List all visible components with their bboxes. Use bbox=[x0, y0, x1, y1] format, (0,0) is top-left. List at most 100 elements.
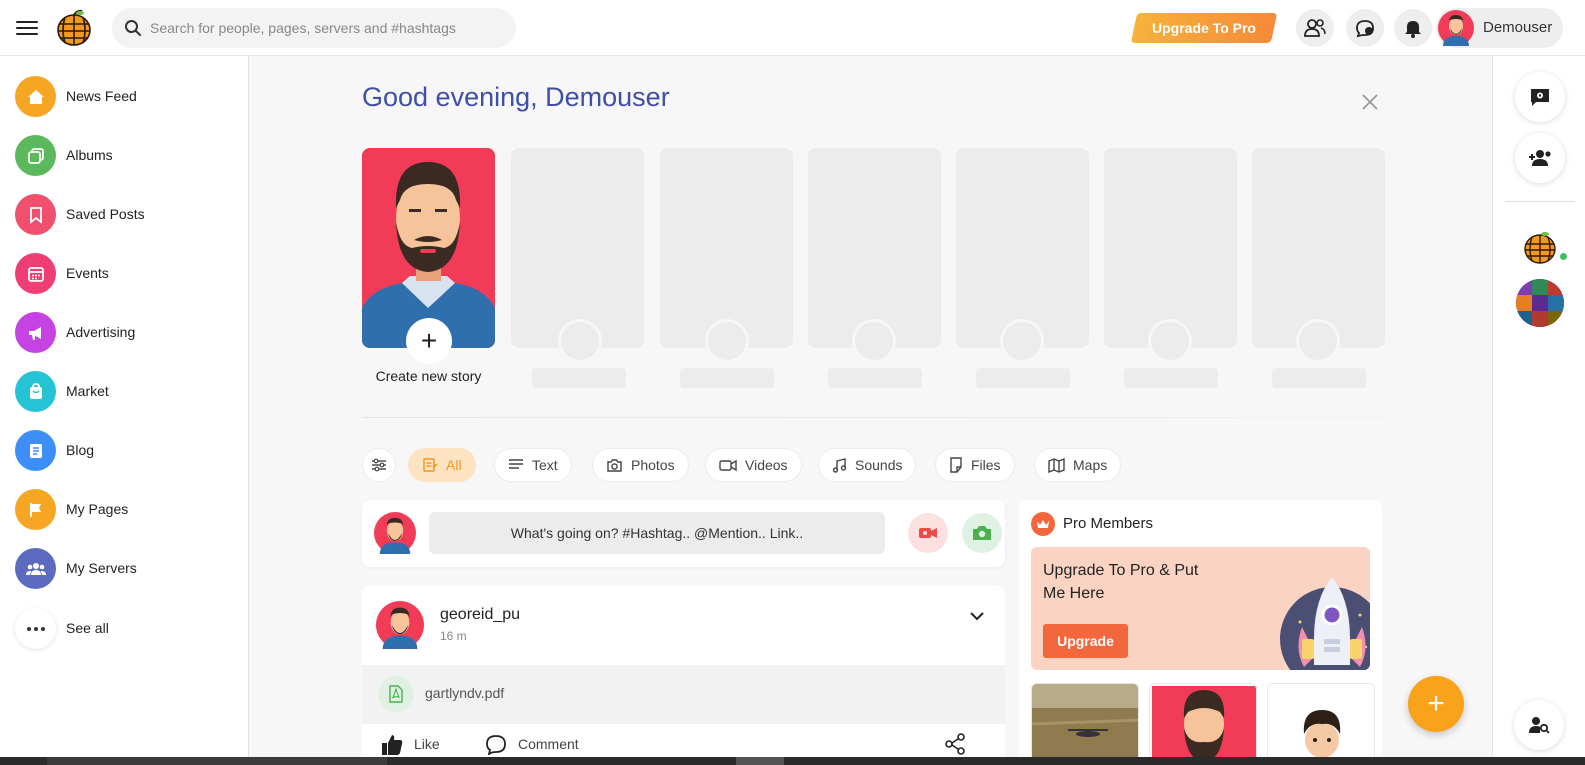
search-icon bbox=[125, 20, 141, 36]
sidebar-item-advertising[interactable]: Advertising bbox=[15, 312, 235, 354]
sidebar-item-events[interactable]: Events bbox=[15, 253, 235, 295]
pro-member-thumbnail[interactable] bbox=[1267, 683, 1375, 765]
filter-text-label: Text bbox=[532, 457, 558, 473]
search-users-button[interactable] bbox=[1514, 700, 1564, 750]
composer-input[interactable]: What's going on? #Hashtag.. @Mention.. L… bbox=[429, 512, 885, 554]
create-story-label: Create new story bbox=[375, 368, 482, 384]
online-contact-avatar[interactable] bbox=[1516, 223, 1564, 271]
thumbs-up-icon bbox=[382, 735, 403, 755]
megaphone-icon bbox=[15, 312, 56, 353]
messages-button[interactable] bbox=[1346, 9, 1384, 47]
story-placeholder bbox=[1104, 148, 1237, 348]
user-search-icon bbox=[1529, 717, 1550, 734]
map-icon bbox=[1048, 457, 1065, 473]
sidebar-item-news-feed[interactable]: News Feed bbox=[15, 76, 235, 118]
sidebar-item-label: News Feed bbox=[66, 88, 137, 104]
promo-text: Upgrade To Pro & Put Me Here bbox=[1043, 562, 1199, 602]
add-photo-button[interactable] bbox=[962, 513, 1002, 553]
upgrade-promo: Upgrade To Pro & Put Me Here Upgrade bbox=[1031, 547, 1370, 670]
attachment-filename[interactable]: gartlyndv.pdf bbox=[425, 685, 504, 701]
add-story-button[interactable]: + bbox=[406, 318, 452, 364]
story-placeholder-label bbox=[680, 368, 774, 388]
sliders-icon bbox=[372, 458, 386, 472]
filter-files[interactable]: Files bbox=[935, 448, 1015, 482]
shopping-bag-icon bbox=[15, 371, 56, 412]
post-author-avatar[interactable] bbox=[376, 601, 424, 649]
story-placeholder-avatar bbox=[1000, 319, 1044, 363]
hamburger-menu-icon[interactable] bbox=[16, 17, 38, 37]
sidebar-item-label: Events bbox=[66, 265, 109, 281]
story-placeholder bbox=[956, 148, 1089, 348]
crown-icon bbox=[1031, 512, 1055, 536]
site-logo[interactable] bbox=[55, 9, 93, 47]
share-button[interactable] bbox=[944, 733, 966, 755]
pdf-file-icon bbox=[378, 676, 414, 712]
filter-photos-label: Photos bbox=[631, 457, 675, 473]
sidebar-item-market[interactable]: Market bbox=[15, 371, 235, 413]
like-button[interactable]: Like bbox=[380, 733, 440, 755]
music-icon bbox=[832, 457, 847, 473]
taskbar-segment bbox=[736, 757, 784, 765]
friend-requests-button[interactable] bbox=[1296, 9, 1334, 47]
comment-button[interactable]: Comment bbox=[484, 733, 579, 755]
sidebar-item-blog[interactable]: Blog bbox=[15, 430, 235, 472]
filter-files-label: Files bbox=[971, 457, 1001, 473]
story-placeholder-label bbox=[976, 368, 1070, 388]
pro-member-avatar bbox=[1152, 686, 1256, 764]
bell-icon bbox=[1405, 21, 1421, 38]
post-composer: What's going on? #Hashtag.. @Mention.. L… bbox=[362, 500, 1005, 567]
pro-member-thumbnail[interactable] bbox=[1149, 683, 1257, 765]
story-placeholder-avatar bbox=[558, 319, 602, 363]
comment-label: Comment bbox=[518, 736, 579, 752]
filter-text[interactable]: Text bbox=[494, 448, 572, 482]
contact-avatar[interactable] bbox=[1516, 279, 1564, 327]
user-menu[interactable]: Demouser bbox=[1436, 8, 1563, 48]
sidebar-item-label: My Pages bbox=[66, 501, 129, 517]
upgrade-to-pro-button[interactable]: Upgrade To Pro bbox=[1130, 13, 1278, 43]
sidebar-item-label: Advertising bbox=[66, 324, 136, 340]
left-sidebar: News Feed Albums Saved Posts Events Adve… bbox=[0, 56, 249, 765]
go-live-button[interactable] bbox=[908, 513, 948, 553]
story-placeholder bbox=[1252, 148, 1385, 348]
sidebar-item-label: Saved Posts bbox=[66, 206, 145, 222]
home-icon bbox=[15, 76, 56, 117]
sidebar-item-saved-posts[interactable]: Saved Posts bbox=[15, 194, 235, 236]
feed-post: georeid_pu 16 m gartlyndv.pdf Like Comme… bbox=[362, 586, 1005, 765]
add-friend-button[interactable] bbox=[1515, 133, 1565, 183]
pro-members-title: Pro Members bbox=[1063, 515, 1154, 532]
chat-settings-button[interactable] bbox=[1515, 72, 1565, 122]
story-placeholder-label bbox=[1272, 368, 1366, 388]
sidebar-item-my-servers[interactable]: My Servers bbox=[15, 548, 235, 590]
group-icon bbox=[15, 548, 56, 589]
story-placeholder-avatar bbox=[705, 319, 749, 363]
notifications-button[interactable] bbox=[1394, 9, 1432, 47]
more-horizontal-icon bbox=[15, 608, 56, 649]
sidebar-item-see-all[interactable]: See all bbox=[15, 608, 235, 650]
filter-maps[interactable]: Maps bbox=[1034, 448, 1122, 482]
promo-upgrade-button[interactable]: Upgrade bbox=[1043, 624, 1128, 658]
composer-avatar bbox=[374, 512, 416, 554]
camera-icon bbox=[607, 458, 622, 472]
sidebar-item-label: Albums bbox=[66, 147, 113, 163]
post-author-name[interactable]: georeid_pu bbox=[440, 606, 520, 624]
camera-icon bbox=[973, 526, 991, 540]
post-timestamp[interactable]: 16 m bbox=[440, 629, 467, 643]
sidebar-item-albums[interactable]: Albums bbox=[15, 135, 235, 177]
pro-member-thumbnail[interactable] bbox=[1031, 683, 1139, 765]
post-attachment: gartlyndv.pdf bbox=[362, 665, 1005, 724]
close-icon[interactable] bbox=[1361, 93, 1379, 111]
sidebar-item-my-pages[interactable]: My Pages bbox=[15, 489, 235, 531]
rocket-illustration bbox=[1280, 577, 1370, 670]
create-new-button[interactable]: + bbox=[1408, 676, 1464, 732]
sidebar-item-label: My Servers bbox=[66, 560, 137, 576]
filter-all[interactable]: All bbox=[408, 448, 476, 482]
filter-sounds[interactable]: Sounds bbox=[818, 448, 917, 482]
search-input[interactable] bbox=[150, 8, 500, 48]
sidebar-item-label: Blog bbox=[66, 442, 95, 458]
filter-videos[interactable]: Videos bbox=[705, 448, 802, 482]
filter-settings-button[interactable] bbox=[362, 448, 396, 482]
online-status-indicator bbox=[1559, 252, 1568, 261]
chevron-down-icon[interactable] bbox=[967, 606, 987, 626]
user-avatar bbox=[1438, 10, 1474, 46]
filter-photos[interactable]: Photos bbox=[592, 448, 689, 482]
